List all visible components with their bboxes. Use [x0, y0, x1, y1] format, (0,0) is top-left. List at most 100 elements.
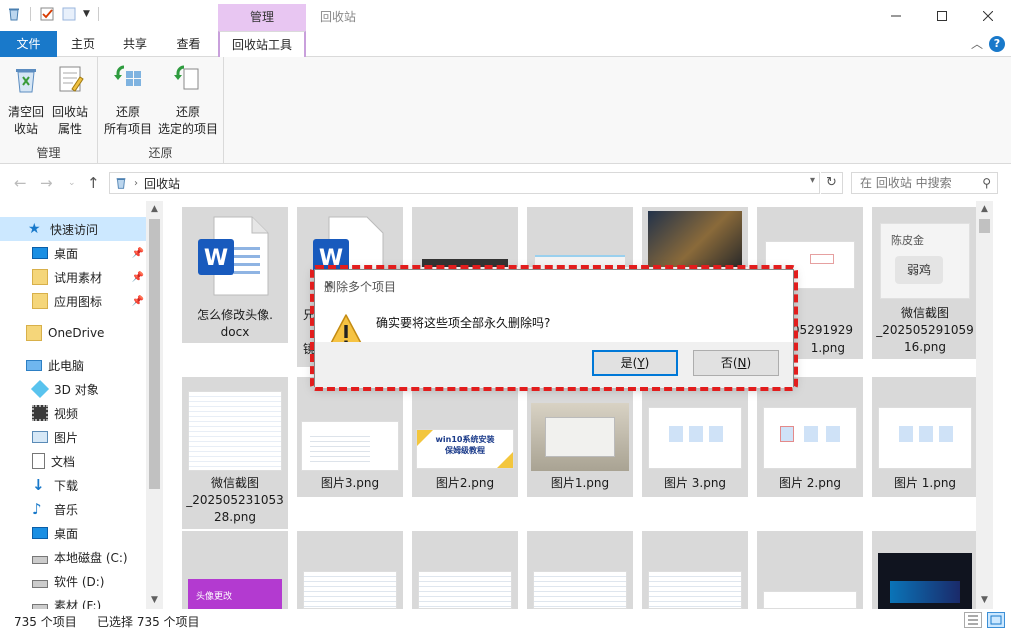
nav-materials-f[interactable]: 素材 (F:): [0, 593, 148, 609]
ribbon-tab-bar: 文件 主页 共享 查看 回收站工具 ︿ ?: [0, 31, 1011, 58]
nav-this-pc[interactable]: 此电脑: [0, 353, 148, 377]
nav-scrollbar-thumb[interactable]: [149, 219, 160, 489]
properties-icon: [59, 66, 84, 92]
image-thumbnail: [303, 571, 397, 609]
file-tile[interactable]: W 怎么修改头像. docx: [182, 207, 288, 343]
image-thumbnail: [648, 407, 742, 469]
collapse-ribbon-icon[interactable]: ︿: [971, 35, 983, 52]
address-dropdown-icon[interactable]: ▾: [810, 175, 815, 186]
file-tile[interactable]: [297, 531, 403, 609]
thumbnail-text: 弱鸡: [895, 256, 943, 284]
qat-separator: [30, 7, 31, 21]
address-bar[interactable]: › 回收站 ▾: [109, 172, 820, 194]
nav-videos[interactable]: 视频: [0, 401, 148, 425]
file-tile[interactable]: 图片 2.png: [757, 377, 863, 497]
nav-label: 3D 对象: [54, 382, 99, 397]
content-scrollbar[interactable]: ▲ ▼: [976, 201, 993, 609]
scroll-down-icon[interactable]: ▼: [976, 592, 993, 609]
nav-desktop-pinned[interactable]: 桌面 📌: [0, 241, 148, 265]
maximize-button[interactable]: [919, 0, 965, 31]
nav-3d-objects[interactable]: 3D 对象: [0, 377, 148, 401]
qat-dropdown-icon[interactable]: ▼: [83, 9, 90, 19]
empty-recycle-bin-button[interactable]: 清空回 收站: [6, 63, 46, 138]
close-button[interactable]: [965, 0, 1011, 31]
properties-check-icon[interactable]: [39, 6, 55, 22]
file-tile[interactable]: [872, 531, 978, 609]
folder-icon: [32, 293, 48, 309]
nav-onedrive[interactable]: OneDrive: [0, 321, 148, 345]
pin-icon: 📌: [131, 271, 144, 283]
file-tile[interactable]: 图片 3.png: [642, 377, 748, 497]
restore-all-button[interactable]: 还原 所有项目: [102, 63, 154, 138]
file-tile[interactable]: 图片3.png: [297, 377, 403, 497]
tab-recycle-bin-tools[interactable]: 回收站工具: [218, 31, 306, 58]
breadcrumb-recycle-bin[interactable]: 回收站: [144, 175, 180, 192]
tutorial-banner-thumbnail: win10系统安装 保姆级教程: [416, 429, 514, 469]
up-arrow-icon[interactable]: ↑: [87, 174, 100, 192]
nav-music[interactable]: ♪ 音乐: [0, 497, 148, 521]
nav-documents[interactable]: 文档: [0, 449, 148, 473]
pin-icon: 📌: [131, 247, 144, 259]
tab-file[interactable]: 文件: [0, 31, 57, 57]
file-tile[interactable]: [757, 531, 863, 609]
search-input[interactable]: 在 回收站 中搜索 ⚲: [851, 172, 998, 194]
help-icon[interactable]: ?: [989, 36, 1005, 52]
quick-access-toolbar: ▼: [6, 6, 101, 22]
scroll-down-icon[interactable]: ▼: [146, 592, 163, 609]
file-tile[interactable]: 微信截图 _202505231053 28.png: [182, 377, 288, 529]
nav-quick-access[interactable]: ★ 快速访问: [0, 217, 148, 241]
file-tile[interactable]: [642, 531, 748, 609]
file-tile[interactable]: 图片1.png: [527, 377, 633, 497]
file-tile[interactable]: [412, 207, 518, 267]
nav-trial-materials[interactable]: 试用素材 📌: [0, 265, 148, 289]
ribbon-group-label: 管理: [36, 146, 61, 160]
file-tile[interactable]: win10系统安装 保姆级教程 图片2.png: [412, 377, 518, 497]
navigation-bar: ← → ⌄ ↑ › 回收站 ▾ ↻ 在 回收站 中搜索 ⚲: [0, 165, 1011, 201]
pictures-icon: [32, 431, 48, 443]
nav-label: 应用图标: [54, 294, 103, 309]
tab-home[interactable]: 主页: [57, 31, 109, 57]
recycle-bin-icon[interactable]: [6, 6, 22, 22]
nav-app-icons[interactable]: 应用图标 📌: [0, 289, 148, 313]
minimize-button[interactable]: [873, 0, 919, 31]
nav-software-d[interactable]: 软件 (D:): [0, 569, 148, 593]
breadcrumb-chevron-icon[interactable]: ›: [134, 178, 138, 189]
nav-pictures[interactable]: 图片: [0, 425, 148, 449]
ribbon-button-label: 收站: [13, 122, 38, 136]
file-tile[interactable]: 头像更改: [182, 531, 288, 609]
recent-locations-icon[interactable]: ⌄: [68, 178, 76, 188]
tab-view[interactable]: 查看: [161, 31, 216, 57]
details-view-button[interactable]: [964, 612, 982, 628]
image-thumbnail: [301, 421, 399, 471]
file-tile[interactable]: [412, 531, 518, 609]
file-tile[interactable]: [642, 207, 748, 267]
refresh-button[interactable]: ↻: [821, 172, 843, 194]
file-name: 28.png: [214, 510, 256, 524]
large-icons-view-button[interactable]: [987, 612, 1005, 628]
highlight-annotation: [310, 265, 798, 391]
scroll-up-icon[interactable]: ▲: [146, 201, 163, 218]
content-scrollbar-thumb[interactable]: [979, 219, 990, 233]
scroll-up-icon[interactable]: ▲: [976, 201, 993, 218]
nav-scrollbar[interactable]: ▲ ▼: [146, 201, 163, 609]
recycle-bin-properties-button[interactable]: 回收站 属性: [49, 63, 91, 138]
onedrive-folder-icon: [26, 325, 42, 341]
restore-selected-icon: [174, 65, 199, 90]
file-name: _202505231053: [186, 493, 284, 507]
nav-label: 桌面: [54, 246, 79, 261]
file-tile[interactable]: 陈皮金 弱鸡 微信截图 _202505291059 16.png: [872, 207, 978, 359]
file-name: 怎么修改头像.: [197, 308, 273, 322]
new-folder-icon[interactable]: [61, 6, 77, 22]
restore-selected-button[interactable]: 还原 选定的项目: [156, 63, 220, 138]
nav-local-disk-c[interactable]: 本地磁盘 (C:): [0, 545, 148, 569]
nav-label: 文档: [51, 454, 76, 469]
nav-downloads[interactable]: ↓ 下载: [0, 473, 148, 497]
file-tile[interactable]: 图片 1.png: [872, 377, 978, 497]
tab-share[interactable]: 共享: [109, 31, 161, 57]
image-thumbnail: [188, 391, 282, 471]
back-arrow-icon[interactable]: ←: [14, 174, 27, 192]
nav-desktop[interactable]: 桌面: [0, 521, 148, 545]
forward-arrow-icon[interactable]: →: [40, 174, 53, 192]
file-tile[interactable]: [527, 207, 633, 267]
file-tile[interactable]: [527, 531, 633, 609]
